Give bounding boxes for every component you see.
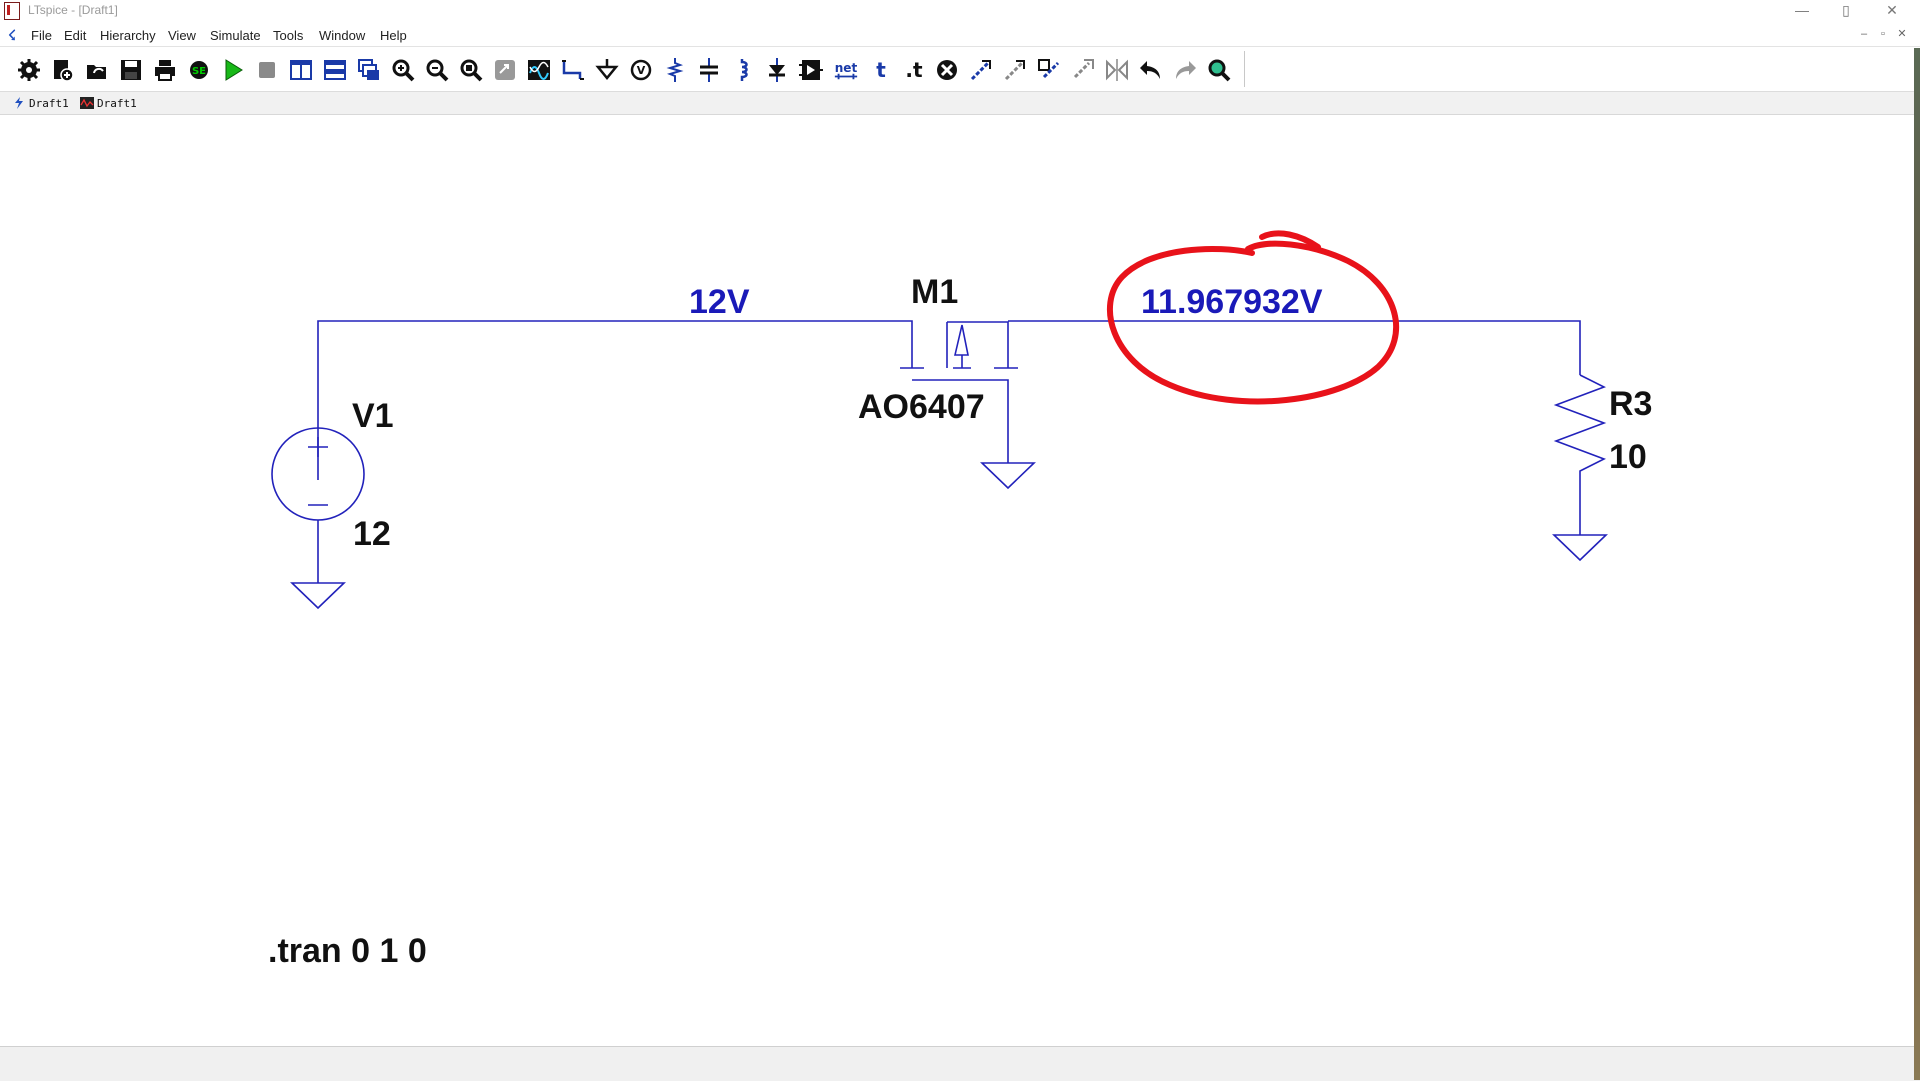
tab-label: Draft1	[97, 96, 137, 110]
text-label-text: t	[876, 58, 886, 82]
menu-simulate[interactable]: Simulate	[210, 28, 261, 43]
menu-bar: ☇ File Edit Hierarchy View Simulate Tool…	[0, 24, 1920, 47]
menu-help[interactable]: Help	[380, 28, 407, 43]
print-icon[interactable]	[152, 57, 178, 83]
ltspice-logo-icon: ☇	[8, 27, 17, 43]
ground-symbol-gate	[980, 462, 1036, 490]
inductor-icon[interactable]	[730, 57, 756, 83]
resistor-symbol	[1553, 374, 1607, 535]
delete-icon[interactable]	[934, 57, 960, 83]
window-title: LTspice - [Draft1]	[28, 3, 118, 17]
waveform-icon	[80, 96, 94, 110]
wire-left	[317, 320, 913, 480]
source-plus-sign	[308, 437, 328, 457]
gear-icon[interactable]	[16, 57, 42, 83]
tile-horizontal-icon[interactable]	[322, 57, 348, 83]
undo-icon[interactable]	[1138, 57, 1164, 83]
tile-vertical-icon[interactable]	[288, 57, 314, 83]
menu-view[interactable]: View	[168, 28, 196, 43]
component-icon[interactable]	[798, 57, 824, 83]
diode-icon[interactable]	[764, 57, 790, 83]
resistor-ref-label[interactable]: R3	[1609, 385, 1652, 424]
resistor-value-label[interactable]: 10	[1609, 438, 1647, 477]
open-icon[interactable]	[84, 57, 110, 83]
ground-symbol-r3	[1552, 534, 1608, 562]
new-schematic-icon[interactable]	[50, 57, 76, 83]
annotation-circle	[1106, 240, 1400, 405]
redo-icon[interactable]	[1172, 57, 1198, 83]
document-tabs: Draft1 Draft1	[0, 92, 1920, 115]
save-icon[interactable]	[118, 57, 144, 83]
tab-label: Draft1	[29, 96, 69, 110]
waveform-icon[interactable]	[526, 57, 552, 83]
spice-directive-text[interactable]: .tran 0 1 0	[268, 932, 427, 971]
status-bar	[0, 1046, 1920, 1081]
menu-edit[interactable]: Edit	[64, 28, 86, 43]
mosfet-model-label[interactable]: AO6407	[858, 388, 985, 427]
menu-hierarchy[interactable]: Hierarchy	[100, 28, 156, 43]
svg-text:V: V	[637, 64, 646, 77]
ltspice-app-icon	[4, 2, 20, 20]
schematic-drawing	[271, 230, 1608, 610]
tab-schematic-draft1[interactable]: Draft1	[12, 95, 69, 111]
toolbar: SE V net t .t	[0, 47, 1920, 92]
ground-symbol-v1	[290, 582, 346, 610]
resistor-icon[interactable]	[662, 57, 688, 83]
move-icon[interactable]	[1002, 57, 1028, 83]
minimize-button[interactable]: —	[1782, 1, 1822, 21]
menu-tools[interactable]: Tools	[273, 28, 303, 43]
capacitor-icon[interactable]	[696, 57, 722, 83]
menu-file[interactable]: File	[31, 28, 52, 43]
ground-icon[interactable]	[594, 57, 620, 83]
rotate-icon[interactable]	[1070, 57, 1096, 83]
duplicate-icon[interactable]	[968, 57, 994, 83]
mdi-restore-button[interactable]: ▫	[1876, 27, 1890, 41]
tab-waveform-draft1[interactable]: Draft1	[80, 95, 137, 111]
node-voltage-left: 12V	[689, 283, 750, 321]
schematic-canvas[interactable]: 12V 11.967932V M1 AO6407 V1 12 R3 10 .tr…	[0, 115, 1920, 1045]
close-button[interactable]: ✕	[1872, 1, 1912, 21]
text-icon[interactable]: t	[868, 57, 894, 83]
maximize-button[interactable]: ▯	[1826, 1, 1866, 21]
spice-directive-icon[interactable]: .t	[900, 57, 926, 83]
zoom-fit-icon[interactable]	[458, 57, 484, 83]
net-label-text: net	[835, 61, 858, 75]
schematic-icon	[12, 96, 26, 110]
wire-right	[1008, 320, 1581, 375]
svg-text:SE: SE	[192, 66, 206, 77]
toolbar-separator	[1244, 51, 1245, 87]
mdi-close-button[interactable]: ✕	[1895, 27, 1909, 41]
net-icon[interactable]: net	[832, 57, 860, 83]
run-icon[interactable]	[220, 57, 246, 83]
mosfet-ref-label[interactable]: M1	[911, 273, 958, 312]
mdi-minimize-button[interactable]: –	[1857, 27, 1871, 41]
mosfet-source-lead	[947, 321, 1009, 368]
mosfet-body-arrow	[953, 324, 969, 356]
desktop-edge	[1914, 48, 1920, 1080]
halt-icon[interactable]	[254, 57, 280, 83]
zoom-out-icon[interactable]	[424, 57, 450, 83]
zoom-in-icon[interactable]	[390, 57, 416, 83]
mirror-icon[interactable]	[1104, 57, 1130, 83]
node-voltage-right: 11.967932V	[1141, 283, 1323, 321]
drag-icon[interactable]	[1036, 57, 1062, 83]
source-value-label[interactable]: 12	[353, 515, 391, 554]
menu-window[interactable]: Window	[319, 28, 365, 43]
control-panel-icon[interactable]: SE	[186, 57, 212, 83]
cascade-icon[interactable]	[356, 57, 382, 83]
wire-icon[interactable]	[560, 57, 586, 83]
directive-label-text: .t	[905, 58, 923, 82]
source-ref-label[interactable]: V1	[352, 397, 394, 436]
zoom-area-icon[interactable]	[492, 57, 518, 83]
title-bar: LTspice - [Draft1] — ▯ ✕	[0, 0, 1920, 24]
find-icon[interactable]	[1206, 57, 1232, 83]
label-net-icon[interactable]: V	[628, 57, 654, 83]
